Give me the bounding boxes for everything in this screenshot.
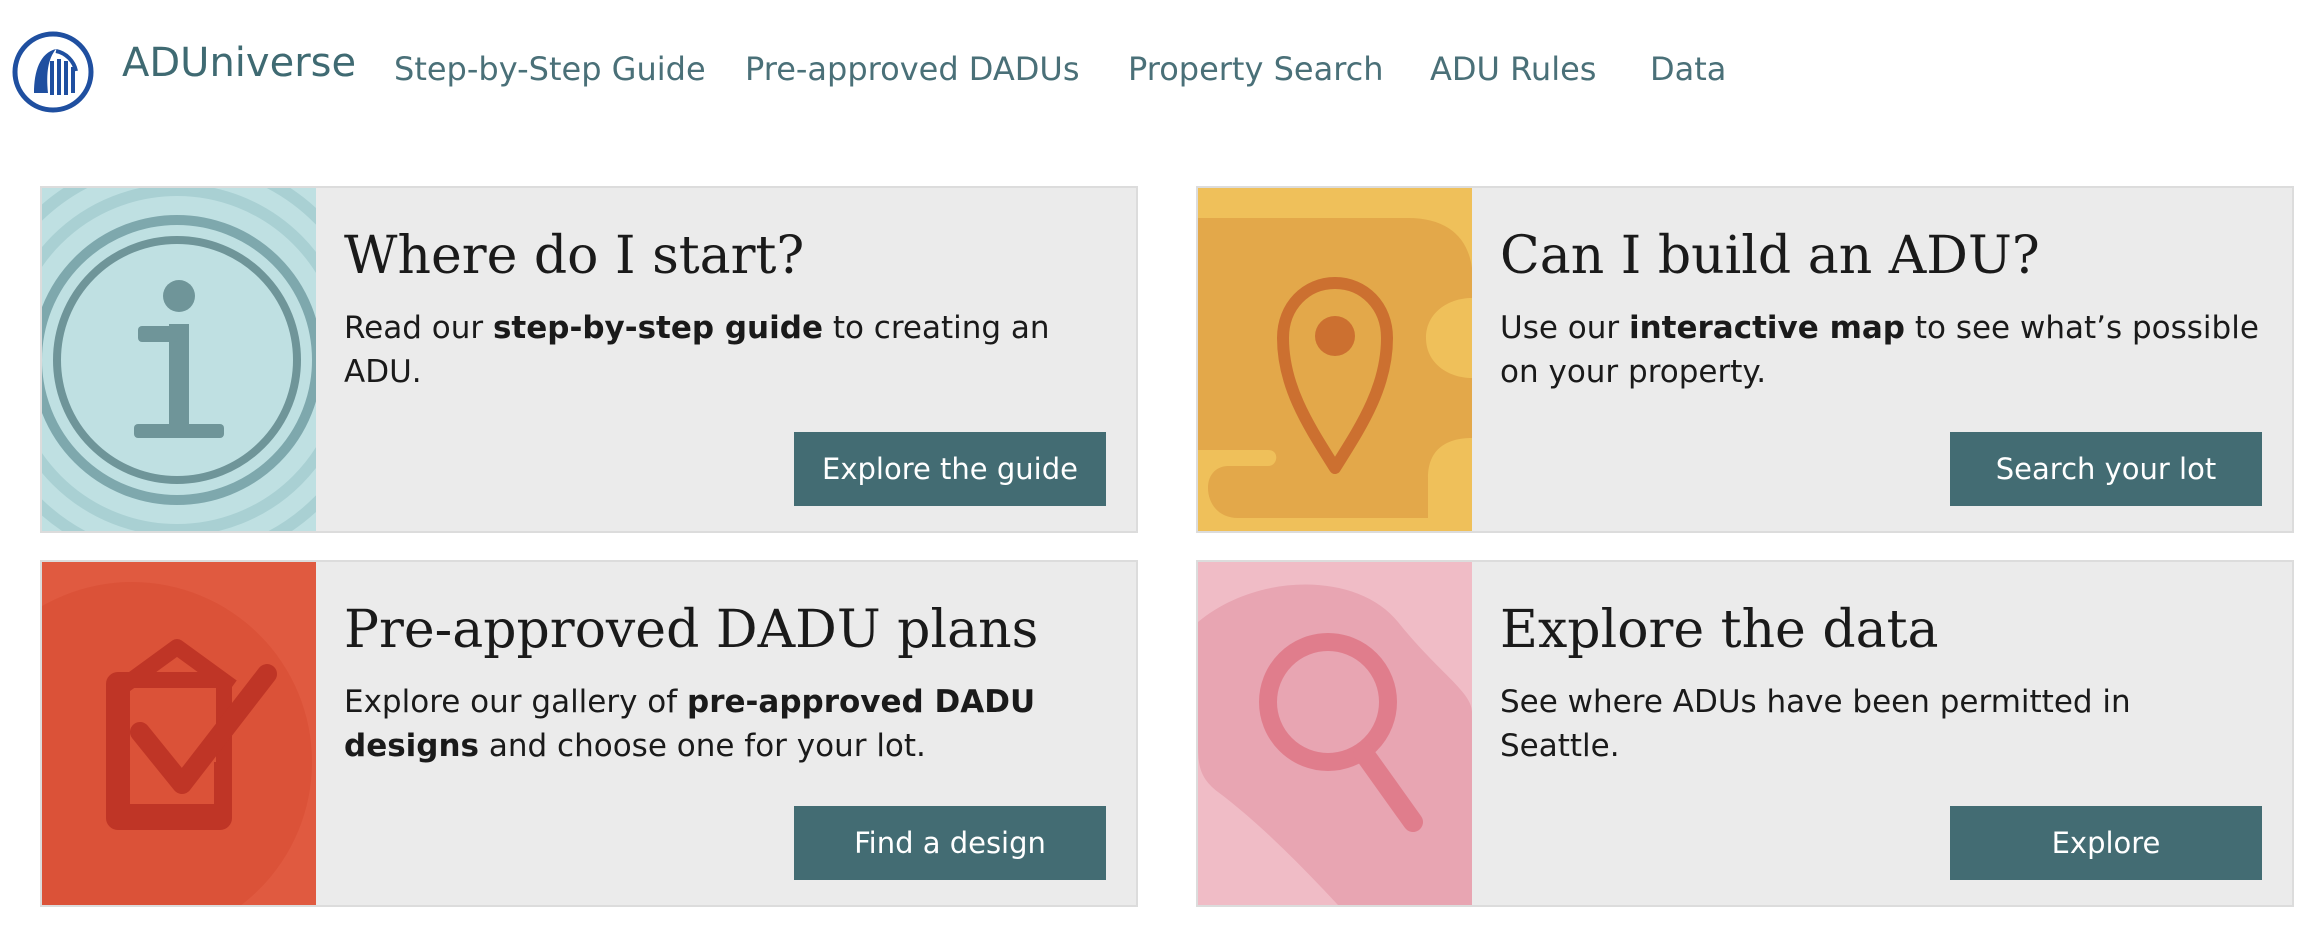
- card-description: Use our interactive map to see what’s po…: [1500, 310, 2259, 390]
- search-lot-button[interactable]: Search your lot: [1950, 432, 2262, 506]
- card-where-to-start: Where do I start? Read our step-by-step …: [40, 186, 1138, 533]
- card-description: See where ADUs have been permitted in Se…: [1500, 684, 2131, 764]
- card-explore-data: Explore the data See where ADUs have bee…: [1196, 560, 2294, 907]
- card-illustration: [1198, 562, 1472, 905]
- nav-data[interactable]: Data: [1650, 50, 1726, 88]
- nav-property-search[interactable]: Property Search: [1128, 50, 1384, 88]
- card-pre-approved-plans: Pre-approved DADU plans Explore our gall…: [40, 560, 1138, 907]
- card-illustration: [1198, 188, 1472, 531]
- nav-adu-rules[interactable]: ADU Rules: [1430, 50, 1596, 88]
- brand-link[interactable]: ADUniverse: [122, 40, 356, 86]
- seattle-logo-icon[interactable]: [12, 31, 94, 113]
- guide-link-text: step-by-step guide: [492, 310, 823, 346]
- top-navigation: ADUniverse Step-by-Step Guide Pre-approv…: [0, 0, 2320, 140]
- map-link-text: interactive map: [1628, 310, 1905, 346]
- card-illustration: [42, 188, 316, 531]
- card-title: Can I build an ADU?: [1500, 226, 2040, 286]
- info-icon: [42, 188, 316, 531]
- card-description: Explore our gallery of pre-approved DADU…: [344, 684, 1036, 764]
- map-pin-icon: [1198, 188, 1472, 531]
- find-design-button[interactable]: Find a design: [794, 806, 1106, 880]
- card-title: Explore the data: [1500, 600, 1939, 660]
- card-title: Pre-approved DADU plans: [344, 600, 1039, 660]
- magnifier-icon: [1198, 562, 1472, 905]
- nav-step-by-step-guide[interactable]: Step-by-Step Guide: [394, 50, 706, 88]
- card-illustration: [42, 562, 316, 905]
- explore-data-button[interactable]: Explore: [1950, 806, 2262, 880]
- nav-pre-approved-dadus[interactable]: Pre-approved DADUs: [745, 50, 1080, 88]
- explore-guide-button[interactable]: Explore the guide: [794, 432, 1106, 506]
- card-description: Read our step-by-step guide to creating …: [344, 310, 1050, 390]
- house-check-icon: [42, 562, 316, 905]
- card-title: Where do I start?: [344, 226, 805, 286]
- card-can-i-build: Can I build an ADU? Use our interactive …: [1196, 186, 2294, 533]
